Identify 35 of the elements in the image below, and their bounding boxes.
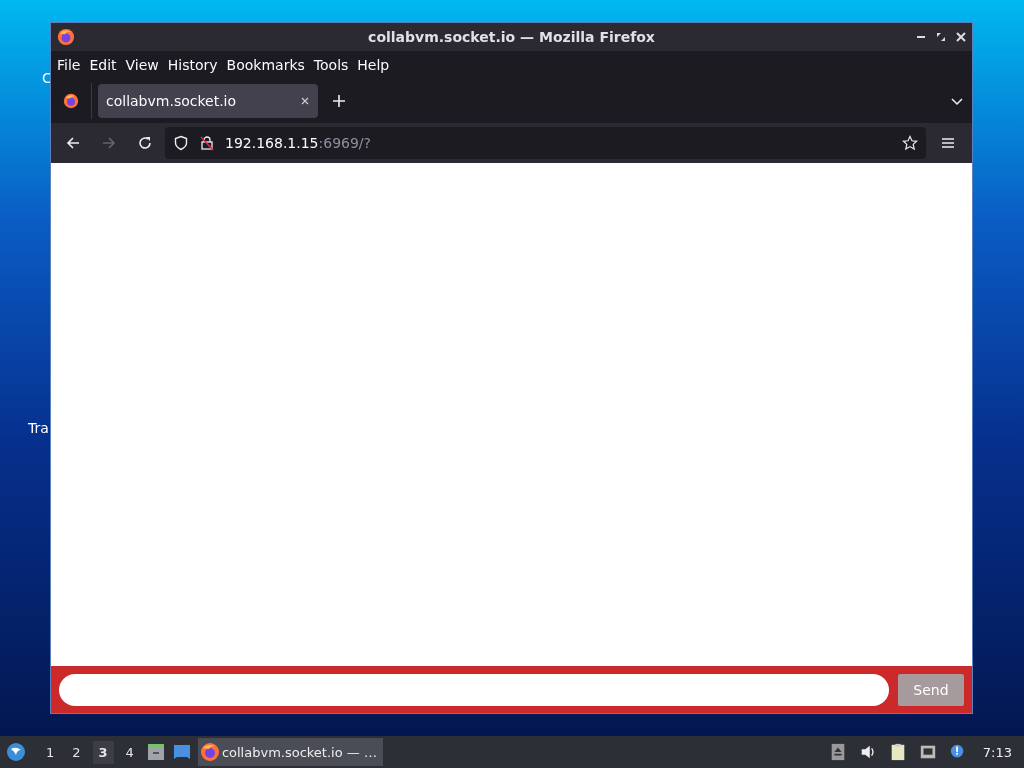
browser-tab[interactable]: collabvm.socket.io xyxy=(98,84,318,118)
file-cabinet-icon[interactable] xyxy=(145,742,166,762)
menu-item[interactable]: File xyxy=(57,57,81,73)
reload-icon[interactable] xyxy=(137,135,153,151)
menu-item[interactable]: Bookmarks xyxy=(226,57,305,73)
menu-item[interactable]: Help xyxy=(357,57,390,73)
workspace-button[interactable]: 3 xyxy=(92,740,114,764)
insecure-lock-icon[interactable] xyxy=(199,135,215,151)
taskbar-task[interactable]: collabvm.socket.io — … xyxy=(197,738,383,766)
firefox-icon xyxy=(199,742,220,762)
plus-icon[interactable] xyxy=(332,94,346,108)
menu-item[interactable]: Tools xyxy=(313,57,349,73)
address-bar[interactable]: 192.168.1.15:6969/? xyxy=(165,127,926,159)
window-title: collabvm.socket.io — Mozilla Firefox xyxy=(367,29,656,45)
close-icon[interactable] xyxy=(300,96,310,106)
menu-icon[interactable] xyxy=(940,135,956,151)
network-icon[interactable] xyxy=(918,743,937,761)
star-icon[interactable] xyxy=(902,135,918,151)
maximize-icon[interactable] xyxy=(936,32,946,42)
menu-item[interactable]: History xyxy=(167,57,218,73)
shield-icon[interactable] xyxy=(173,135,189,151)
workspace-button[interactable]: 1 xyxy=(40,740,61,764)
menu-item[interactable]: View xyxy=(125,57,159,73)
firefox-icon xyxy=(57,28,75,46)
clock: 7:13 xyxy=(982,744,1012,760)
desktop-icon[interactable] xyxy=(171,742,192,762)
close-icon[interactable] xyxy=(956,32,966,42)
workspace-button[interactable]: 2 xyxy=(66,740,87,764)
url-text: 192.168.1.15:6969/? xyxy=(225,135,371,151)
back-icon[interactable] xyxy=(65,135,81,151)
workspace-button[interactable]: 4 xyxy=(119,740,140,764)
desktop-icon-label: Tra xyxy=(28,420,49,436)
firefox-icon[interactable] xyxy=(63,93,79,109)
menu-item[interactable]: Edit xyxy=(89,57,117,73)
start-menu-icon[interactable] xyxy=(6,742,26,762)
